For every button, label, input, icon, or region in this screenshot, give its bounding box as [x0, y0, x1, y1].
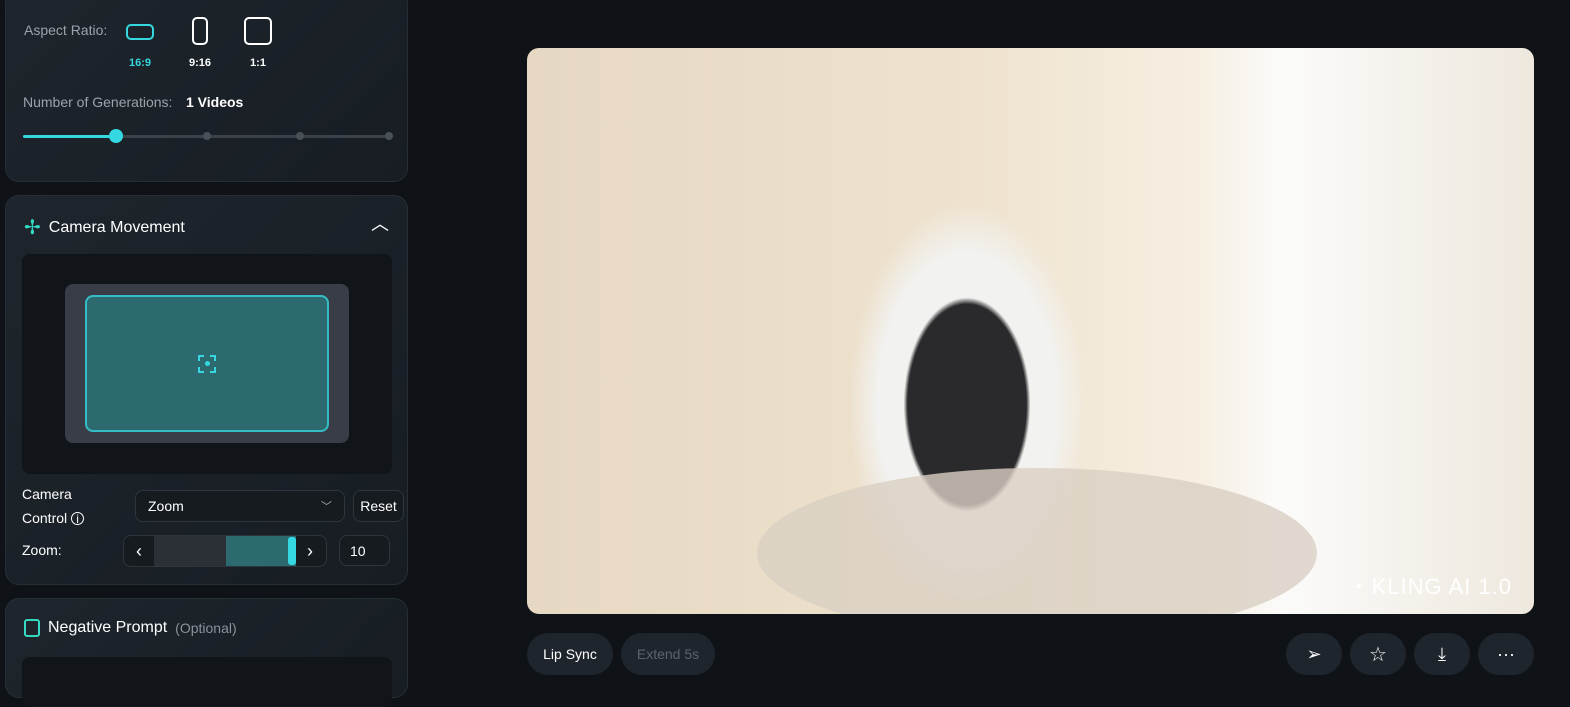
- camera-preview: [22, 254, 392, 474]
- star-icon: ☆: [1369, 643, 1387, 666]
- zoom-value: 10: [350, 542, 366, 559]
- chevron-up-icon[interactable]: ︿: [371, 210, 389, 236]
- aspect-label: 9:16: [188, 57, 212, 69]
- zoom-label: Zoom:: [22, 542, 62, 558]
- camera-movement-header[interactable]: ✢ Camera Movement: [24, 215, 185, 240]
- more-icon: ···: [1497, 643, 1515, 664]
- negative-prompt-header: Negative Prompt (Optional): [24, 619, 237, 637]
- chevron-right-icon[interactable]: ›: [294, 541, 326, 562]
- camera-movement-panel: ✢ Camera Movement ︿ Camera Control i Zoo…: [5, 195, 408, 585]
- label: Control: [22, 510, 68, 526]
- lip-sync-button[interactable]: Lip Sync: [527, 633, 613, 675]
- download-button[interactable]: ⤓: [1414, 633, 1470, 675]
- camera-move-icon: ✢: [24, 217, 41, 239]
- select-value: Zoom: [148, 498, 184, 514]
- generations-label: Number of Generations:: [23, 94, 173, 110]
- focus-icon: [198, 354, 216, 373]
- aspect-1-1[interactable]: 1:1: [242, 17, 274, 69]
- lip-sync-label: Lip Sync: [543, 646, 597, 662]
- optional-label: (Optional): [175, 620, 237, 636]
- kling-logo-icon: ◔: [1350, 574, 1372, 599]
- generations-slider[interactable]: [23, 129, 393, 143]
- extend-button[interactable]: Extend 5s: [621, 633, 715, 675]
- aspect-9-16[interactable]: 9:16: [184, 17, 216, 69]
- negative-prompt-input[interactable]: [22, 657, 392, 707]
- chevron-down-icon: ﹀: [321, 501, 332, 513]
- negative-prompt-icon: [24, 619, 40, 637]
- camera-movement-title: Camera Movement: [48, 218, 185, 236]
- negative-prompt-panel: Negative Prompt (Optional): [5, 598, 408, 707]
- watermark: ◔ KLING AI 1.0: [1350, 574, 1512, 600]
- zoom-handle[interactable]: [288, 537, 296, 565]
- favorite-button[interactable]: ☆: [1350, 633, 1406, 675]
- watermark-text: KLING AI 1.0: [1371, 574, 1512, 599]
- reset-label: Reset: [360, 498, 397, 514]
- generations-value: 1 Videos: [186, 94, 244, 110]
- more-button[interactable]: ···: [1478, 633, 1534, 675]
- settings-panel: Aspect Ratio: 16:9 9:16 1:1 Number of Ge…: [5, 0, 408, 182]
- send-icon: ➢: [1306, 643, 1322, 664]
- camera-control-label-2: Control i: [22, 510, 85, 526]
- info-icon[interactable]: i: [71, 512, 85, 525]
- camera-control-select[interactable]: Zoom ﹀: [135, 490, 345, 522]
- zoom-value-input[interactable]: 10: [339, 535, 390, 566]
- share-button[interactable]: ➢: [1286, 633, 1342, 675]
- aspect-16-9[interactable]: 16:9: [124, 21, 156, 69]
- download-icon: ⤓: [1438, 643, 1446, 664]
- aspect-ratio-label: Aspect Ratio:: [24, 22, 108, 38]
- video-player[interactable]: ◔ KLING AI 1.0: [527, 48, 1534, 614]
- zoom-slider[interactable]: ‹ ›: [123, 535, 327, 567]
- negative-prompt-title: Negative Prompt: [48, 619, 168, 636]
- extend-label: Extend 5s: [636, 646, 700, 662]
- chevron-left-icon[interactable]: ‹: [124, 541, 154, 562]
- aspect-label: 1:1: [250, 57, 266, 69]
- camera-control-label: Camera: [22, 486, 72, 502]
- reset-button[interactable]: Reset: [353, 490, 404, 522]
- aspect-label: 16:9: [128, 57, 152, 69]
- slider-handle[interactable]: [109, 129, 123, 143]
